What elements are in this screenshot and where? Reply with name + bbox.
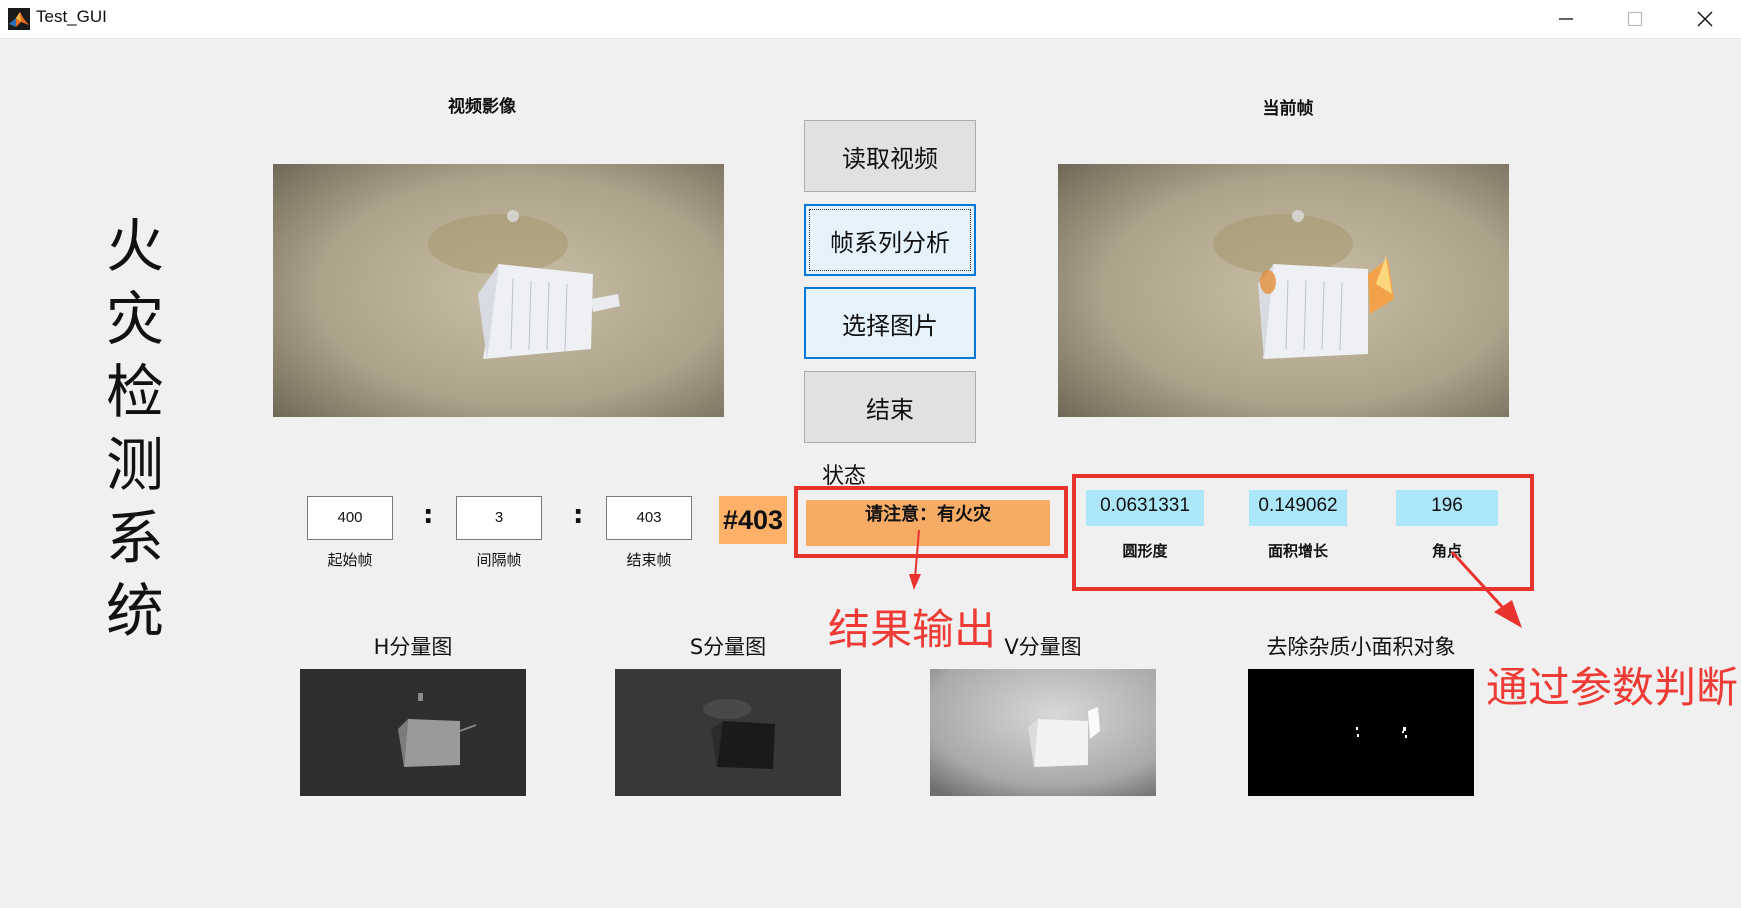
h-channel-caption: H分量图 xyxy=(373,635,453,659)
h-channel-image xyxy=(300,669,526,796)
h-channel-axes xyxy=(300,669,526,796)
annotation-arrows xyxy=(909,529,1522,628)
clean-image-axes xyxy=(1248,669,1474,796)
v-channel-axes xyxy=(930,669,1156,796)
v-channel-image xyxy=(930,669,1156,796)
s-channel-axes xyxy=(615,669,841,796)
param-judge-annotation: 通过参数判断 xyxy=(1486,663,1739,712)
v-channel-caption: V分量图 xyxy=(1004,635,1082,659)
arrow-head-icon xyxy=(909,574,921,590)
s-channel-image xyxy=(615,669,841,796)
clean-image xyxy=(1248,669,1474,796)
s-channel-caption: S分量图 xyxy=(689,635,767,659)
clean-image-caption: 去除杂质小面积对象 xyxy=(1266,635,1456,659)
